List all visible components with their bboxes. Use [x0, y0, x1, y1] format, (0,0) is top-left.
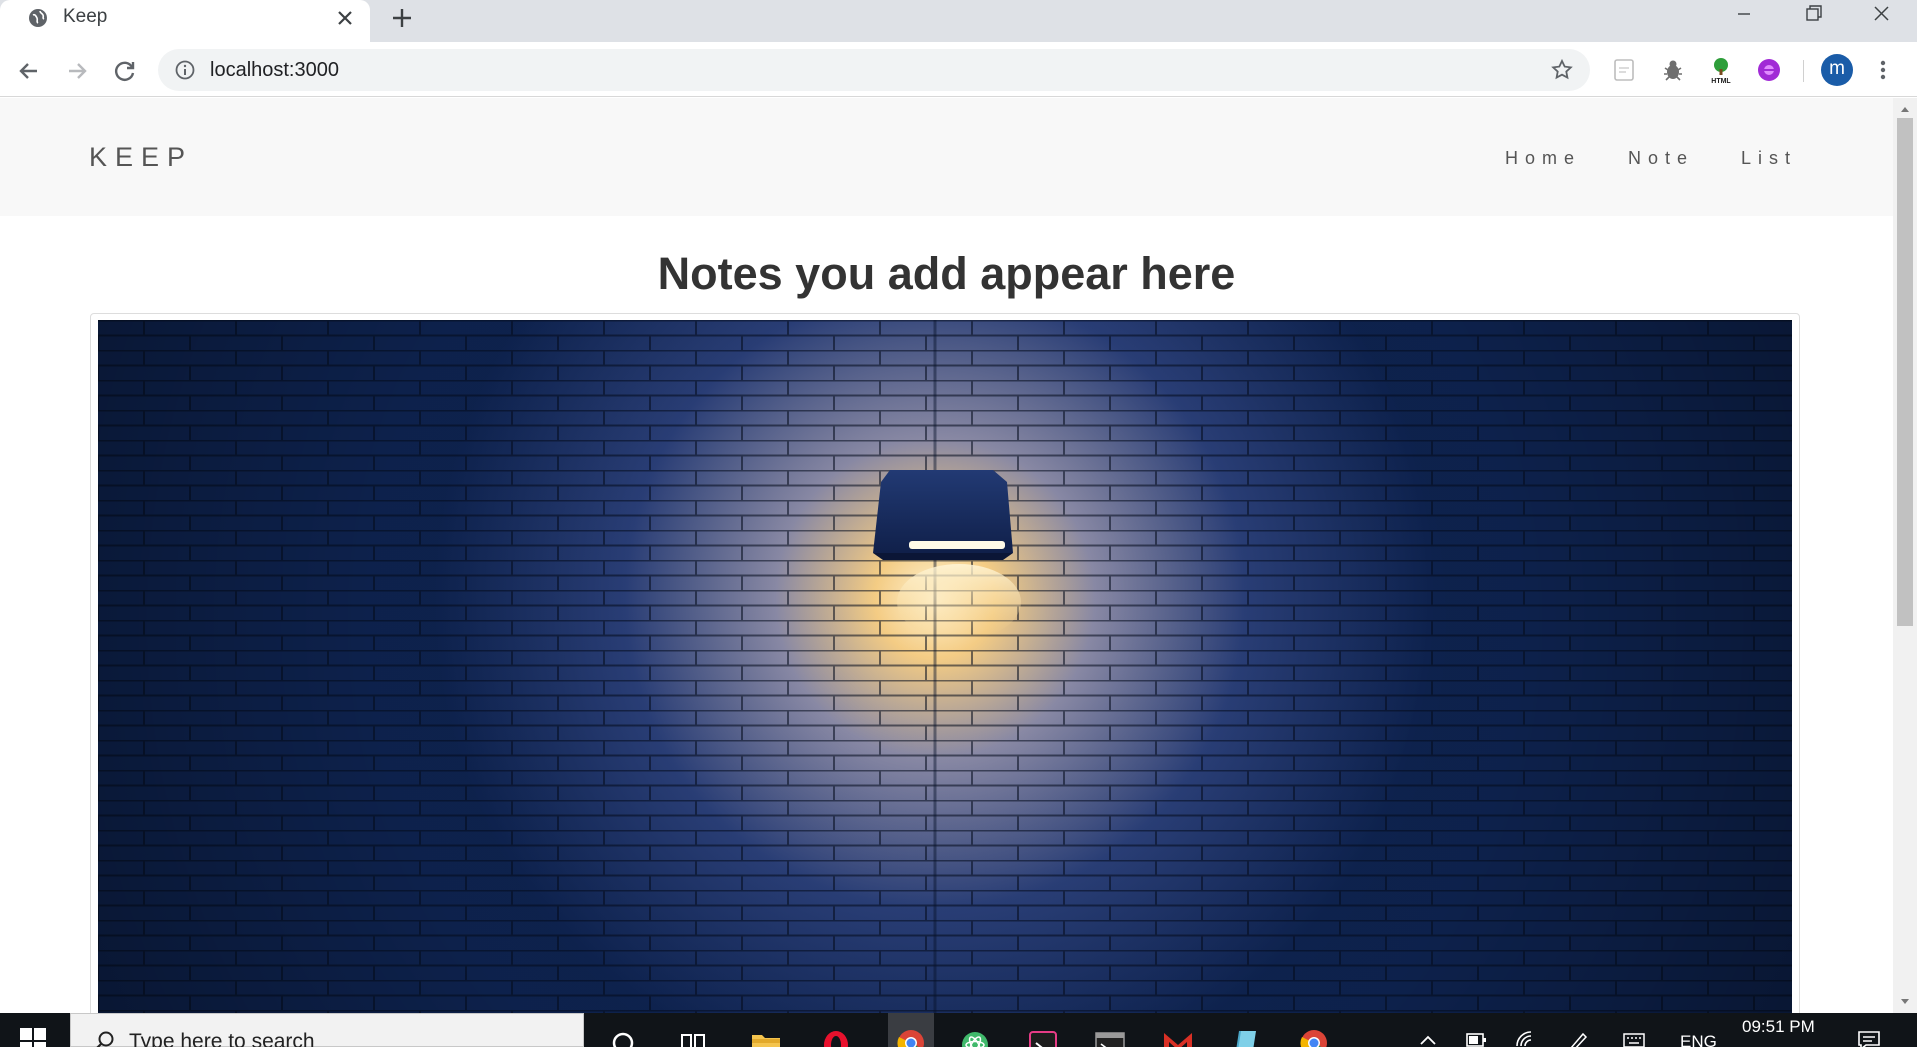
- back-arrow-icon[interactable]: [12, 54, 46, 88]
- wifi-icon[interactable]: [1514, 1029, 1538, 1047]
- close-window-icon[interactable]: [1848, 0, 1914, 30]
- taskbar-search-box[interactable]: Type here to search: [70, 1013, 584, 1047]
- extension-purple-icon[interactable]: [1755, 56, 1783, 84]
- task-view-icon[interactable]: [675, 1025, 711, 1047]
- chrome-icon[interactable]: [893, 1025, 929, 1047]
- bookmark-star-icon[interactable]: [1550, 58, 1574, 82]
- extension-bug-icon[interactable]: [1659, 56, 1687, 84]
- globe-icon: [29, 9, 47, 27]
- svg-text:HTML: HTML: [1711, 78, 1731, 84]
- opera-browser-icon[interactable]: [818, 1025, 854, 1047]
- browser-tabstrip: Keep: [0, 0, 1917, 42]
- reload-icon[interactable]: [108, 54, 142, 88]
- system-clock[interactable]: 09:51 PM: [1742, 1017, 1815, 1037]
- cortana-icon[interactable]: [605, 1025, 641, 1047]
- terminal-app-icon[interactable]: [1025, 1025, 1061, 1047]
- tab-title: Keep: [63, 6, 108, 27]
- file-explorer-icon[interactable]: [748, 1025, 784, 1047]
- browser-menu-icon[interactable]: [1870, 56, 1896, 84]
- nav-link-note[interactable]: Note: [1628, 148, 1694, 169]
- pen-workspace-icon[interactable]: [1566, 1029, 1590, 1047]
- windows-taskbar: Type here to search ENG 09:51 PM: [0, 1013, 1917, 1047]
- browser-tab-keep[interactable]: Keep: [0, 0, 370, 42]
- hero-image: [98, 320, 1792, 1013]
- nav-link-list[interactable]: List: [1741, 148, 1797, 169]
- close-tab-icon[interactable]: [333, 6, 357, 30]
- action-center-icon[interactable]: [1856, 1029, 1882, 1047]
- scrollbar-thumb[interactable]: [1897, 118, 1913, 626]
- input-language-indicator[interactable]: ENG: [1680, 1032, 1717, 1047]
- new-tab-icon[interactable]: [388, 4, 416, 32]
- address-bar[interactable]: localhost:3000: [158, 49, 1590, 91]
- notes-card: [90, 313, 1800, 1013]
- scroll-up-arrow-icon[interactable]: [1899, 104, 1911, 114]
- page-viewport: KEEP Home Note List Notes you add appear…: [0, 98, 1893, 1013]
- site-info-icon[interactable]: [174, 59, 196, 81]
- search-icon: [96, 1031, 114, 1047]
- minimize-window-icon[interactable]: [1711, 0, 1777, 30]
- windows-start-icon[interactable]: [20, 1028, 46, 1047]
- show-hidden-icons-chevron-icon[interactable]: [1416, 1029, 1440, 1047]
- vertical-scrollbar[interactable]: [1893, 98, 1917, 1013]
- battery-icon[interactable]: [1464, 1029, 1488, 1047]
- atom-editor-icon[interactable]: [957, 1025, 993, 1047]
- nav-link-home[interactable]: Home: [1505, 148, 1581, 169]
- chrome-secondary-icon[interactable]: [1296, 1025, 1332, 1047]
- brand-logo[interactable]: KEEP: [89, 142, 193, 173]
- toolbar-divider: [1803, 60, 1804, 82]
- profile-avatar[interactable]: m: [1821, 54, 1853, 86]
- restore-window-icon[interactable]: [1780, 0, 1846, 30]
- forward-arrow-icon[interactable]: [60, 54, 94, 88]
- touch-keyboard-icon[interactable]: [1622, 1029, 1646, 1047]
- command-prompt-icon[interactable]: [1092, 1025, 1128, 1047]
- extension-html-tree-icon[interactable]: HTML: [1707, 56, 1735, 84]
- extension-page-icon[interactable]: [1610, 56, 1638, 84]
- page-heading: Notes you add appear here: [657, 248, 1236, 299]
- taskbar-search-placeholder: Type here to search: [129, 1030, 315, 1047]
- scroll-down-arrow-icon[interactable]: [1899, 997, 1911, 1007]
- url-text: localhost:3000: [210, 59, 339, 81]
- site-navbar: KEEP Home Note List: [0, 98, 1893, 216]
- gmail-icon[interactable]: [1160, 1025, 1196, 1047]
- browser-toolbar: localhost:3000 HTML m: [0, 42, 1917, 97]
- notes-app-icon[interactable]: [1228, 1025, 1264, 1047]
